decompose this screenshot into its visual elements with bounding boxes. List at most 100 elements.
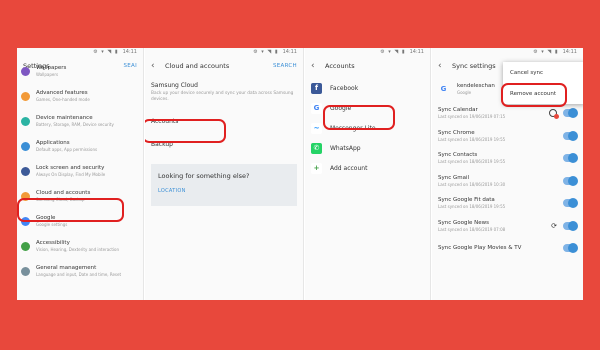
cloud-accounts-panel: ⚙ ▾ ◥ ▮ 14:11 ‹ Cloud and accounts SEARC… — [145, 48, 304, 300]
sync-title: Sync Google Play Movies & TV — [438, 244, 522, 251]
account-icon: + — [311, 162, 322, 174]
cancel-sync-item[interactable]: Cancel sync — [503, 62, 583, 83]
status-time: 14:11 — [562, 49, 577, 55]
status-bar: ⚙ ▾ ◥ ▮ 14:11 — [145, 48, 303, 56]
settings-list: Wallpapers Wallpapers Advanced features Gam… — [17, 61, 143, 286]
settings-item[interactable]: General management Language and input, Da… — [17, 261, 143, 286]
setting-title: Applications — [36, 140, 70, 146]
settings-item[interactable]: Accessibility Vision, Hearing, Dexterity … — [17, 236, 143, 261]
sync-toggle[interactable] — [563, 175, 578, 186]
account-label: Facebook — [330, 84, 359, 92]
sync-toggle[interactable] — [563, 198, 578, 209]
sync-item[interactable]: Sync Chrome Last synced on 18/06/2019 19:… — [432, 125, 583, 148]
settings-item[interactable]: Lock screen and security Always On Displa… — [17, 161, 143, 186]
page-title: Accounts — [325, 62, 355, 70]
sync-item[interactable]: Sync Google Fit data Last synced on 18/06… — [432, 192, 583, 215]
sync-text: Sync Gmail Last synced on 18/06/2019 10:3… — [438, 175, 563, 187]
status-time: 14:11 — [409, 49, 424, 55]
sync-item[interactable]: Sync Contacts Last synced on 18/06/2019 1… — [432, 147, 583, 170]
sync-toggle[interactable] — [563, 220, 578, 231]
setting-subtitle: Language and input, Date and time, Reset — [36, 272, 122, 277]
status-time: 14:11 — [122, 49, 137, 55]
sync-toggle[interactable] — [563, 108, 578, 119]
screenshot-collage: ⚙ ▾ ◥ ▮ 14:11 Settings SEAI Wallpapers Wa… — [17, 48, 583, 300]
sync-error-icon — [549, 109, 559, 120]
sync-item[interactable]: Sync Gmail Last synced on 18/06/2019 10:3… — [432, 170, 583, 193]
looking-for-box: Looking for something else? LOCATION — [151, 164, 297, 207]
highlight-accounts — [145, 119, 226, 143]
setting-subtitle: Google settings — [36, 222, 68, 227]
sync-subtitle: Last synced on 18/06/2019 07:08 — [438, 226, 506, 232]
highlight-google — [323, 105, 395, 130]
sync-title: Sync Contacts — [438, 152, 478, 159]
setting-text: Device maintenance Battery, Storage, RAM,… — [36, 115, 114, 127]
sync-toggle[interactable] — [563, 153, 578, 164]
setting-subtitle: Battery, Storage, RAM, Device security — [36, 122, 114, 127]
search-button[interactable]: SEARCH — [273, 63, 297, 69]
sync-subtitle: Last synced on 18/06/2019 19:55 — [438, 159, 506, 165]
sync-toggle[interactable] — [563, 243, 578, 254]
setting-title: Accessibility — [36, 240, 70, 246]
sync-text: Sync Google News Last synced on 18/06/201… — [438, 220, 551, 232]
sync-title: Sync Google Fit data — [438, 197, 495, 204]
sync-text: Sync Calendar Last synced on 19/06/2019 0… — [438, 107, 549, 119]
back-arrow-icon[interactable]: ‹ — [151, 61, 159, 71]
setting-subtitle: Always On Display, Find My Mobile — [36, 172, 106, 177]
setting-title: Wallpapers — [36, 65, 67, 71]
highlight-cloud-accounts — [17, 198, 124, 222]
sync-item[interactable]: Sync Google News Last synced on 18/06/201… — [432, 215, 583, 238]
account-label: Add account — [330, 164, 368, 172]
account-icon: G — [311, 102, 322, 114]
sync-text: Sync Contacts Last synced on 18/06/2019 1… — [438, 152, 563, 164]
setting-text: Advanced features Games, One-handed mode — [36, 90, 90, 102]
sync-title: Sync Google News — [438, 219, 490, 226]
status-bar: ⚙ ▾ ◥ ▮ 14:11 — [432, 48, 583, 56]
sync-subtitle: Last synced on 18/06/2019 19:55 — [438, 204, 506, 210]
status-icons: ⚙ ▾ ◥ ▮ — [533, 49, 559, 55]
setting-text: Wallpapers Wallpapers — [36, 65, 66, 77]
accounts-panel: ⚙ ▾ ◥ ▮ 14:11 ‹ Accounts f Facebook G Googl… — [305, 48, 431, 300]
settings-item[interactable]: Wallpapers Wallpapers — [17, 61, 143, 86]
setting-title: Cloud and accounts — [36, 190, 91, 196]
highlight-remove-account — [501, 83, 567, 107]
setting-title: Lock screen and security — [36, 165, 105, 171]
setting-icon — [21, 67, 30, 76]
settings-item[interactable]: Device maintenance Battery, Storage, RAM,… — [17, 111, 143, 136]
account-item[interactable]: f Facebook — [305, 78, 430, 98]
back-arrow-icon[interactable]: ‹ — [311, 61, 319, 71]
status-icons: ⚙ ▾ ◥ ▮ — [253, 49, 279, 55]
samsung-cloud-desc: Back up your device securely and sync yo… — [151, 91, 294, 102]
samsung-cloud-item[interactable]: Samsung Cloud Back up your device secure… — [145, 76, 303, 108]
setting-subtitle: Default apps, App permissions — [36, 147, 98, 152]
account-item[interactable]: ✆ WhatsApp — [305, 138, 430, 158]
looking-title: Looking for something else? — [158, 172, 250, 181]
sync-text: Sync Chrome Last synced on 18/06/2019 19:… — [438, 130, 563, 142]
location-link[interactable]: LOCATION — [158, 188, 290, 194]
setting-title: Advanced features — [36, 90, 88, 96]
sync-title: Sync Chrome — [438, 129, 475, 136]
setting-text: Applications Default apps, App permission… — [36, 140, 97, 152]
settings-item[interactable]: Advanced features Games, One-handed mode — [17, 86, 143, 111]
samsung-cloud-title: Samsung Cloud — [151, 82, 198, 89]
settings-item[interactable]: Applications Default apps, App permission… — [17, 136, 143, 161]
account-label: WhatsApp — [330, 144, 361, 152]
account-type: Google — [457, 90, 472, 95]
account-icon: ✆ — [311, 142, 322, 154]
settings-panel: ⚙ ▾ ◥ ▮ 14:11 Settings SEAI Wallpapers Wa… — [17, 48, 144, 300]
status-time: 14:11 — [282, 49, 297, 55]
setting-icon — [21, 242, 30, 251]
setting-text: Lock screen and security Always On Displa… — [36, 165, 105, 177]
setting-subtitle: Vision, Hearing, Dexterity and interacti… — [36, 247, 120, 252]
setting-title: General management — [36, 265, 97, 271]
sync-refresh-icon: ⟳ — [551, 221, 557, 230]
setting-text: General management Language and input, Da… — [36, 265, 121, 277]
back-arrow-icon[interactable]: ‹ — [438, 61, 446, 71]
status-bar: ⚙ ▾ ◥ ▮ 14:11 — [305, 48, 430, 56]
account-icon: f — [311, 82, 322, 94]
account-icon: ~ — [311, 122, 322, 134]
sync-item[interactable]: Sync Google Play Movies & TV — [432, 237, 583, 260]
status-icons: ⚙ ▾ ◥ ▮ — [380, 49, 406, 55]
sync-toggle[interactable] — [563, 130, 578, 141]
google-icon: G — [440, 85, 447, 93]
account-item[interactable]: + Add account — [305, 158, 430, 178]
